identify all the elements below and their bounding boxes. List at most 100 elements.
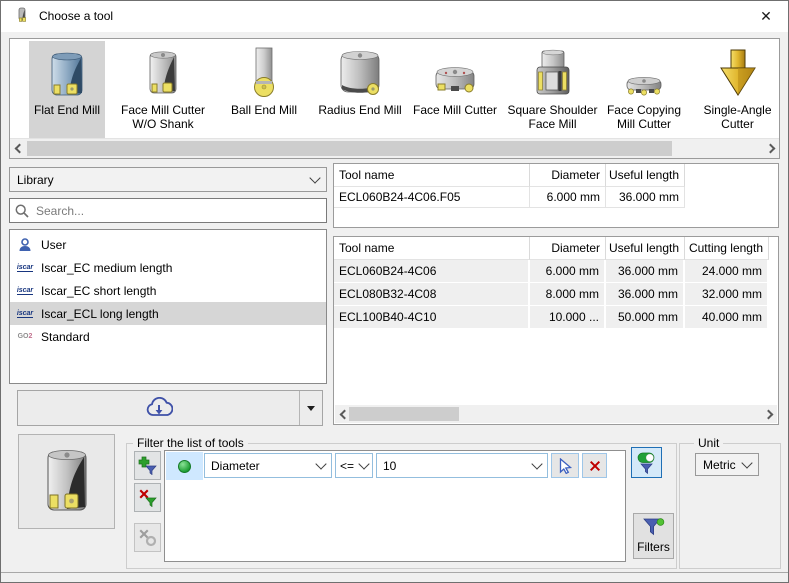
cell-cutting-length: 32.000 mm	[685, 283, 769, 305]
column-header-diameter[interactable]: Diameter	[530, 164, 606, 187]
unit-combobox[interactable]: Metric	[695, 453, 759, 476]
tool-strip-scrollbar[interactable]	[10, 138, 779, 158]
cell-useful-length: 36.000 mm	[606, 260, 685, 282]
ball-end-mill-icon	[218, 41, 310, 99]
cell-useful-length: 36.000 mm	[606, 187, 685, 208]
close-icon[interactable]: ✕	[754, 5, 778, 27]
face-copying-mill-cutter-icon	[602, 41, 686, 99]
table-row[interactable]: ECL080B32-4C08 8.000 mm 36.000 mm 32.000…	[334, 283, 778, 305]
table-row[interactable]: ECL100B40-4C10 10.000 ... 50.000 mm 40.0…	[334, 306, 778, 328]
tool-type-label: Flat End Mill	[29, 103, 105, 117]
column-header-useful-length[interactable]: Useful length	[606, 237, 685, 260]
scroll-right-icon[interactable]	[761, 405, 777, 423]
go2-logo-icon: GO2	[16, 333, 34, 340]
filter-field-combobox[interactable]: Diameter	[204, 453, 332, 478]
user-icon	[16, 238, 34, 252]
selected-tool-table: Tool name Diameter Useful length ECL060B…	[333, 163, 779, 228]
cell-tool-name: ECL100B40-4C10	[334, 306, 530, 328]
column-header-useful-length[interactable]: Useful length	[606, 164, 685, 187]
column-header-cutting-length[interactable]: Cutting length	[685, 237, 769, 260]
chevron-down-icon	[358, 458, 369, 469]
cell-tool-name: ECL080B32-4C08	[334, 283, 530, 305]
tree-item-standard[interactable]: GO2 Standard	[10, 325, 326, 348]
cell-diameter: 6.000 mm	[530, 260, 606, 282]
table-row[interactable]: ECL060B24-4C06.F05 6.000 mm 36.000 mm	[334, 187, 778, 208]
tool-list-scrollbar[interactable]	[335, 405, 777, 423]
delete-filter-button[interactable]	[582, 453, 607, 478]
scroll-left-icon[interactable]	[10, 139, 26, 158]
tool-type-radius-end-mill[interactable]: Radius End Mill	[313, 41, 407, 138]
tool-type-face-mill-cutter-wo-shank[interactable]: Face Mill Cutter W/O Shank	[113, 41, 213, 138]
filter-value: 10	[383, 459, 396, 473]
remove-filter-icon	[138, 488, 157, 507]
scrollbar-thumb[interactable]	[349, 407, 459, 421]
combine-filters-icon	[138, 528, 157, 547]
dialog-bottom-frame	[1, 572, 788, 573]
tool-type-ball-end-mill[interactable]: Ball End Mill	[218, 41, 310, 138]
cursor-arrow-icon	[558, 458, 573, 474]
tree-item-user[interactable]: User	[10, 233, 326, 256]
tool-type-label: Face Mill Cutter	[408, 103, 502, 117]
tool-type-square-shoulder-face-mill[interactable]: Square Shoulder Face Mill	[504, 41, 601, 138]
search-box[interactable]	[9, 198, 327, 223]
page-title: Choose a tool	[39, 9, 113, 23]
library-source-combobox[interactable]: Library	[9, 167, 327, 192]
tool-type-single-angle-cutter[interactable]: Single-Angle Cutter	[690, 41, 785, 138]
download-options-dropdown[interactable]	[299, 391, 322, 425]
filter-list-area: Diameter <= 10	[164, 450, 626, 562]
library-source-value: Library	[17, 173, 54, 187]
tool-list-table: Tool name Diameter Useful length Cutting…	[333, 236, 779, 425]
download-button[interactable]	[18, 391, 300, 425]
table-row[interactable]: ECL060B24-4C06 6.000 mm 36.000 mm 24.000…	[334, 260, 778, 282]
chevron-down-icon	[741, 457, 752, 468]
filter-row-selector[interactable]	[166, 452, 203, 480]
remove-filter-button[interactable]	[134, 483, 161, 512]
tree-item-iscar-ec-short[interactable]: iscar Iscar_EC short length	[10, 279, 326, 302]
iscar-logo-icon: iscar	[16, 287, 34, 295]
table-header-row: Tool name Diameter Useful length Cutting…	[334, 237, 778, 260]
filter-operator-combobox[interactable]: <=	[335, 453, 373, 478]
scroll-right-icon[interactable]	[763, 139, 779, 158]
tool-type-face-copying-mill-cutter[interactable]: Face Copying Mill Cutter	[602, 41, 686, 138]
cell-tool-name: ECL060B24-4C06.F05	[334, 187, 530, 208]
search-input[interactable]	[34, 203, 321, 219]
tool-type-label: Single-Angle Cutter	[690, 103, 785, 131]
tree-item-iscar-ec-medium[interactable]: iscar Iscar_EC medium length	[10, 256, 326, 279]
column-header-tool-name[interactable]: Tool name	[334, 237, 530, 260]
filter-value-combobox[interactable]: 10	[376, 453, 548, 478]
filters-button[interactable]: Filters	[633, 513, 674, 559]
table-header-row: Tool name Diameter Useful length	[334, 164, 778, 187]
tool-type-face-mill-cutter[interactable]: Face Mill Cutter	[408, 41, 502, 138]
unit-group-label: Unit	[694, 436, 723, 450]
tree-item-label: Iscar_EC medium length	[41, 261, 172, 275]
delete-filter-icon	[589, 460, 601, 472]
tool-type-strip: Flat End Mill Face Mill Cutter W/O Shank	[9, 38, 780, 159]
tool-preview-image	[18, 434, 115, 529]
tool-type-flat-end-mill[interactable]: Flat End Mill	[29, 41, 105, 138]
title-bar: Choose a tool ✕	[1, 1, 788, 32]
chevron-down-icon	[315, 458, 326, 469]
cloud-download-icon	[145, 397, 173, 419]
tool-type-label: Face Copying Mill Cutter	[602, 103, 686, 131]
filter-group-label: Filter the list of tools	[133, 436, 248, 450]
tree-item-label: Iscar_ECL long length	[41, 307, 159, 321]
enable-filters-toggle-button[interactable]	[631, 447, 662, 478]
radius-end-mill-icon	[313, 41, 407, 99]
filter-field-value: Diameter	[211, 459, 260, 473]
tool-type-label: Radius End Mill	[313, 103, 407, 117]
add-filter-button[interactable]	[134, 451, 161, 480]
scrollbar-thumb[interactable]	[27, 141, 672, 156]
filter-active-dot-icon	[178, 460, 191, 473]
tree-item-iscar-ecl-long[interactable]: iscar Iscar_ECL long length	[10, 302, 326, 325]
cell-diameter: 6.000 mm	[530, 187, 606, 208]
cell-diameter: 10.000 ...	[530, 306, 606, 328]
library-tree: User iscar Iscar_EC medium length iscar …	[9, 229, 327, 384]
cell-cutting-length: 40.000 mm	[685, 306, 769, 328]
flat-end-mill-icon	[29, 41, 105, 99]
chevron-down-icon	[309, 172, 320, 183]
face-mill-wo-shank-icon	[113, 41, 213, 99]
tree-item-label: Standard	[41, 330, 90, 344]
pick-filter-button[interactable]	[551, 453, 579, 478]
column-header-diameter[interactable]: Diameter	[530, 237, 606, 260]
column-header-tool-name[interactable]: Tool name	[334, 164, 530, 187]
